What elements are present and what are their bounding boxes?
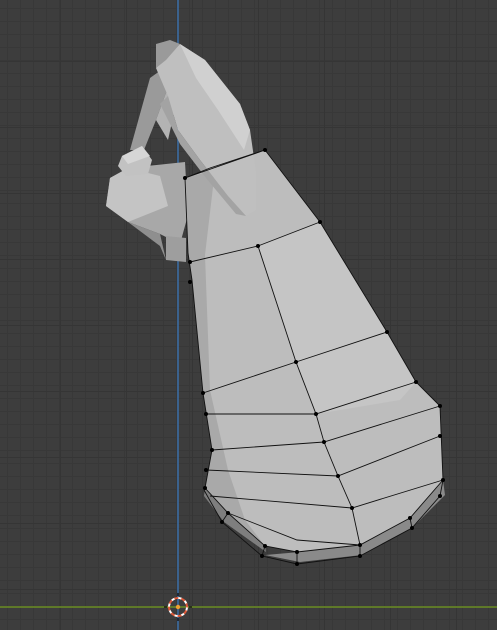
mesh-knob[interactable] <box>106 162 188 262</box>
3d-viewport[interactable] <box>0 0 497 630</box>
viewport-scene <box>0 0 497 630</box>
3d-cursor-icon[interactable] <box>164 593 192 621</box>
